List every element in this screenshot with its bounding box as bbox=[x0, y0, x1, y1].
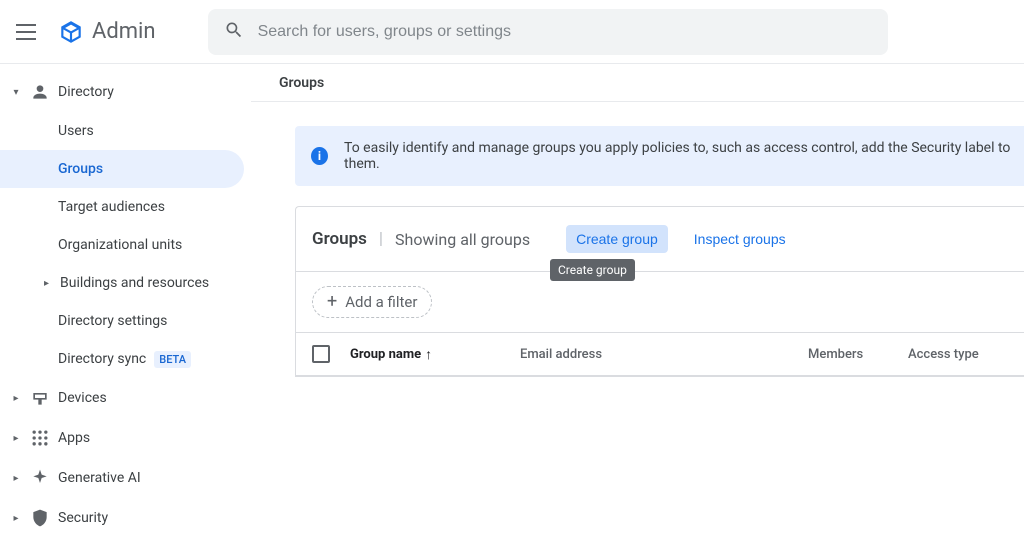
apps-grid-icon bbox=[30, 428, 50, 448]
column-access-type[interactable]: Access type bbox=[908, 347, 1008, 362]
admin-logo-icon bbox=[58, 19, 84, 45]
select-all-checkbox[interactable] bbox=[312, 345, 330, 363]
search-input[interactable] bbox=[258, 23, 872, 41]
shield-icon bbox=[30, 508, 50, 528]
breadcrumb: Groups bbox=[251, 64, 1024, 102]
sidebar-item-organizational-units[interactable]: Organizational units bbox=[0, 226, 250, 264]
sidebar-item-groups[interactable]: Groups bbox=[0, 150, 244, 188]
panel-title: Groups bbox=[312, 229, 367, 249]
groups-panel: Groups | Showing all groups Create group… bbox=[295, 206, 1024, 377]
title-separator: | bbox=[379, 229, 383, 249]
sort-ascending-icon: ↑ bbox=[425, 346, 432, 363]
search-box[interactable] bbox=[208, 9, 888, 55]
info-icon: i bbox=[311, 147, 328, 165]
sidebar-item-apps[interactable]: Apps bbox=[0, 418, 250, 458]
create-group-tooltip: Create group bbox=[550, 259, 635, 281]
info-banner: i To easily identify and manage groups y… bbox=[295, 126, 1024, 186]
create-group-button[interactable]: Create group bbox=[566, 225, 668, 253]
sidebar-item-generative-ai[interactable]: Generative AI bbox=[0, 458, 250, 498]
chevron-right-icon bbox=[10, 513, 22, 524]
sidebar-label: Buildings and resources bbox=[60, 275, 209, 291]
sidebar-item-security[interactable]: Security bbox=[0, 498, 250, 538]
devices-icon bbox=[30, 388, 50, 408]
person-icon bbox=[30, 82, 50, 102]
sidebar-item-directory-sync[interactable]: Directory sync BETA bbox=[0, 340, 250, 378]
chevron-right-icon bbox=[44, 278, 54, 289]
add-filter-label: Add a filter bbox=[345, 293, 417, 311]
sidebar: Directory Users Groups Target audiences … bbox=[0, 64, 250, 526]
sidebar-item-target-audiences[interactable]: Target audiences bbox=[0, 188, 250, 226]
sidebar-item-users[interactable]: Users bbox=[0, 112, 250, 150]
panel-subtitle: Showing all groups bbox=[395, 230, 530, 249]
plus-icon: + bbox=[327, 293, 337, 311]
info-banner-text: To easily identify and manage groups you… bbox=[344, 140, 1012, 172]
sidebar-item-directory-settings[interactable]: Directory settings bbox=[0, 302, 250, 340]
column-email[interactable]: Email address bbox=[520, 347, 770, 362]
sidebar-label: Directory bbox=[58, 84, 114, 100]
sidebar-label: Apps bbox=[58, 430, 90, 446]
inspect-groups-button[interactable]: Inspect groups bbox=[684, 225, 796, 253]
sidebar-label: Security bbox=[58, 510, 108, 526]
app-logo[interactable]: Admin bbox=[58, 19, 156, 45]
chevron-right-icon bbox=[10, 393, 22, 404]
chevron-right-icon bbox=[10, 473, 22, 484]
beta-badge: BETA bbox=[154, 351, 191, 368]
panel-header: Groups | Showing all groups Create group… bbox=[296, 207, 1024, 272]
add-filter-chip[interactable]: + Add a filter bbox=[312, 286, 432, 318]
search-icon bbox=[224, 20, 244, 44]
sidebar-label: Devices bbox=[58, 390, 107, 406]
column-members[interactable]: Members bbox=[808, 347, 888, 362]
sidebar-item-directory[interactable]: Directory bbox=[0, 72, 250, 112]
chevron-down-icon bbox=[10, 87, 22, 98]
app-name: Admin bbox=[92, 19, 156, 44]
chevron-right-icon bbox=[10, 433, 22, 444]
sidebar-label: Directory sync bbox=[58, 351, 146, 367]
sidebar-item-buildings[interactable]: Buildings and resources bbox=[0, 264, 250, 302]
column-group-name[interactable]: Group name ↑ bbox=[350, 346, 500, 363]
sparkle-icon bbox=[30, 468, 50, 488]
table-header: Group name ↑ Email address Members Acces… bbox=[296, 333, 1024, 376]
sidebar-label: Generative AI bbox=[58, 470, 141, 486]
sidebar-item-devices[interactable]: Devices bbox=[0, 378, 250, 418]
hamburger-menu-icon[interactable] bbox=[16, 20, 40, 44]
